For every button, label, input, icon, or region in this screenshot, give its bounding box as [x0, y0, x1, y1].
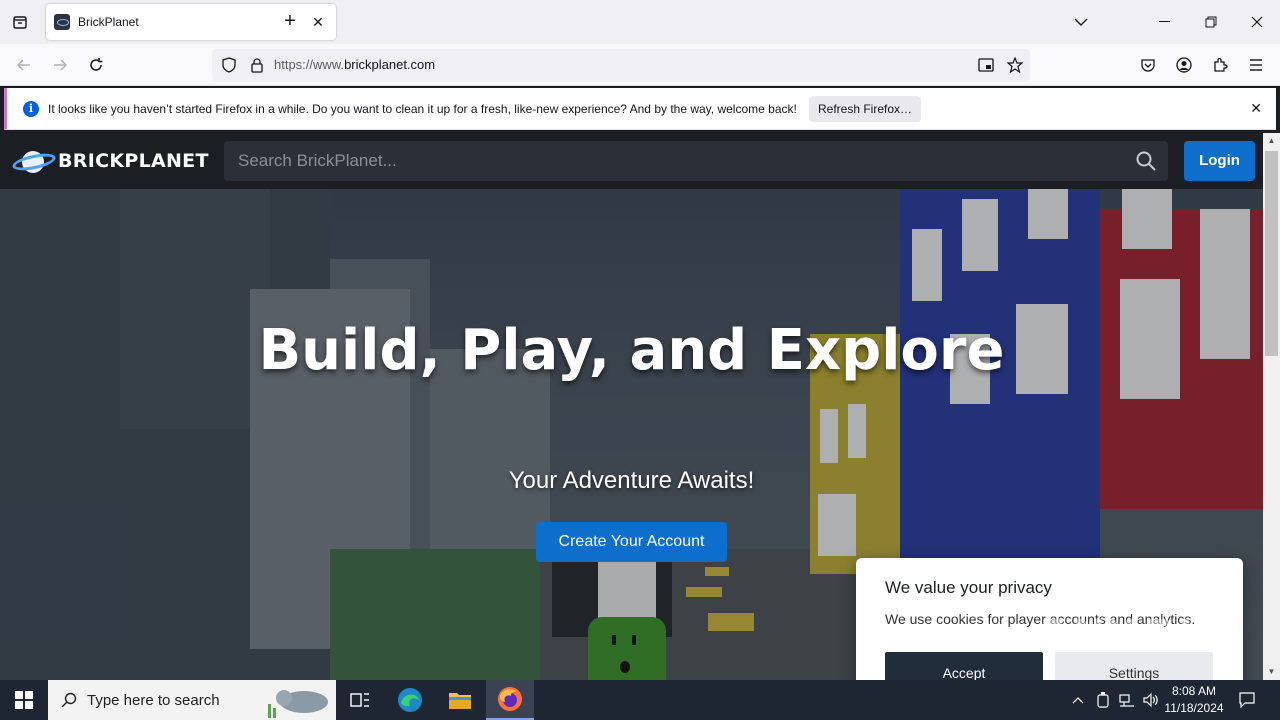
site-search-input[interactable] — [224, 141, 1124, 181]
clock-date: 11/18/2024 — [1164, 701, 1224, 715]
planet-logo-icon — [10, 147, 57, 175]
taskbar-search-icon — [61, 692, 77, 708]
network-icon[interactable] — [1117, 690, 1137, 710]
scroll-up-arrow-icon[interactable]: ▲ — [1263, 133, 1280, 149]
notification-message: It looks like you haven’t started Firefo… — [48, 102, 797, 116]
new-tab-icon[interactable]: + — [280, 10, 300, 34]
taskbar-search-placeholder: Type here to search — [87, 692, 220, 709]
firefox-taskbar-icon[interactable] — [486, 680, 534, 720]
site-search-bar — [224, 141, 1168, 181]
menu-hamburger-icon[interactable] — [1243, 52, 1269, 78]
hero-banner: Build, Play, and Explore Your Adventure … — [0, 189, 1263, 680]
forward-icon[interactable] — [47, 52, 73, 78]
anyrun-watermark: ANY.RUN — [1040, 612, 1246, 658]
list-all-tabs-icon[interactable] — [1058, 0, 1104, 44]
site-header: BRICKPLANET Login — [0, 133, 1263, 189]
search-icon[interactable] — [1136, 151, 1156, 171]
windows-taskbar: Type here to search 8:08 AM 11/18/2024 — [0, 680, 1280, 720]
scrollbar-thumb[interactable] — [1265, 151, 1278, 356]
tracking-protection-shield-icon[interactable] — [219, 55, 239, 75]
tray-chevron-up-icon[interactable] — [1068, 690, 1088, 710]
url-text[interactable]: https://www.brickplanet.com — [274, 57, 435, 72]
clock-time: 8:08 AM — [1171, 684, 1217, 698]
window-close-icon[interactable] — [1234, 0, 1280, 44]
file-explorer-icon[interactable] — [436, 680, 484, 720]
cookie-title: We value your privacy — [885, 578, 1052, 597]
restore-icon[interactable] — [1188, 0, 1234, 44]
cookie-accept-button[interactable]: Accept — [885, 652, 1043, 680]
create-account-button[interactable]: Create Your Account — [536, 522, 727, 562]
tray-device-icon[interactable] — [1093, 690, 1113, 710]
info-icon: i — [23, 101, 39, 117]
address-bar[interactable]: https://www.brickplanet.com — [212, 49, 1030, 81]
tab-title: BrickPlanet — [78, 15, 139, 29]
picture-in-picture-icon[interactable] — [976, 55, 996, 75]
back-icon[interactable] — [11, 52, 37, 78]
brickplanet-logo[interactable]: BRICKPLANET — [10, 147, 209, 175]
refresh-firefox-button[interactable]: Refresh Firefox… — [809, 96, 921, 122]
logo-text: BRICKPLANET — [58, 150, 209, 172]
scroll-down-arrow-icon[interactable]: ▼ — [1263, 664, 1280, 680]
browser-tab-bar: BrickPlanet ✕ + — [0, 0, 1280, 44]
pocket-icon[interactable] — [1135, 52, 1161, 78]
account-icon[interactable] — [1171, 52, 1197, 78]
taskbar-search-box[interactable]: Type here to search — [48, 680, 336, 720]
volume-icon[interactable] — [1141, 690, 1161, 710]
firefox-refresh-notification: i It looks like you haven’t started Fire… — [4, 88, 1276, 130]
minimize-icon[interactable] — [1142, 0, 1188, 44]
hero-title: Build, Play, and Explore — [258, 318, 1005, 383]
page-scrollbar[interactable]: ▲ ▼ — [1263, 133, 1280, 680]
browser-nav-bar: https://www.brickplanet.com — [0, 44, 1280, 86]
tab-list-icon[interactable] — [8, 10, 32, 34]
manatee-illustration-icon — [268, 690, 328, 718]
action-center-icon[interactable] — [1237, 690, 1257, 710]
lock-icon[interactable] — [247, 55, 267, 75]
notification-close-icon[interactable]: ✕ — [1250, 100, 1262, 117]
hero-subtitle: Your Adventure Awaits! — [508, 467, 755, 494]
brickplanet-favicon-icon — [54, 14, 70, 30]
login-button[interactable]: Login — [1184, 141, 1255, 181]
extensions-icon[interactable] — [1207, 52, 1233, 78]
edge-browser-icon[interactable] — [386, 680, 434, 720]
system-clock[interactable]: 8:08 AM 11/18/2024 — [1160, 683, 1228, 717]
bookmark-star-icon[interactable] — [1005, 55, 1025, 75]
web-page: BRICKPLANET Login — [0, 133, 1263, 680]
windows-start-icon[interactable] — [0, 680, 48, 720]
reload-icon[interactable] — [83, 52, 109, 78]
task-view-icon[interactable] — [336, 680, 384, 720]
tab-close-icon[interactable]: ✕ — [308, 14, 328, 31]
